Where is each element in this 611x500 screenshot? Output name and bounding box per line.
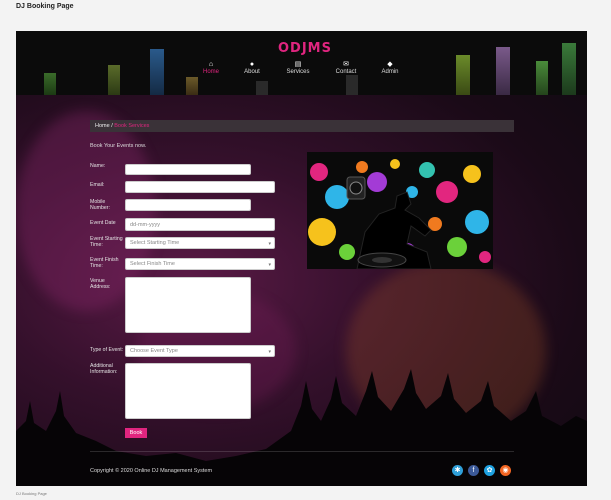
name-label: Name: — [90, 163, 106, 169]
finish-time-label: Event Finish Time: — [90, 257, 119, 270]
rss-icon[interactable]: ◉ — [500, 465, 511, 476]
equalizer-bar — [562, 43, 576, 95]
equalizer-bar — [108, 65, 120, 95]
page-caption: DJ Booking Page — [16, 491, 47, 496]
nav-services[interactable]: ▤ Services — [273, 60, 323, 75]
event-type-label: Type of Event: — [90, 347, 124, 353]
envelope-icon: ✉ — [343, 61, 349, 68]
email-field[interactable] — [125, 181, 275, 193]
dj-image — [307, 152, 493, 269]
site-logo[interactable]: ODJMS — [278, 41, 332, 56]
start-time-select[interactable]: Select Starting Time — [125, 237, 275, 250]
breadcrumb-separator: / — [111, 123, 113, 129]
copyright-text: Copyright © 2020 Online DJ Management Sy… — [90, 468, 213, 474]
footer-divider — [90, 451, 514, 452]
mobile-field[interactable] — [125, 199, 251, 211]
breadcrumb: Home / Book Services — [90, 120, 514, 132]
event-date-field[interactable]: dd-mm-yyyy — [125, 218, 275, 231]
name-field[interactable] — [125, 164, 251, 175]
breadcrumb-home[interactable]: Home — [95, 123, 110, 129]
page-title: DJ Booking Page — [16, 3, 74, 10]
nav-admin[interactable]: ◆ Admin — [365, 60, 415, 75]
facebook-icon[interactable]: f — [468, 465, 479, 476]
equalizer-bar — [256, 81, 268, 95]
event-date-label: Event Date — [90, 220, 116, 226]
email-label: Email: — [90, 182, 105, 188]
nav-about[interactable]: ● About — [227, 60, 277, 75]
venue-label: Venue Address: — [90, 278, 111, 291]
breadcrumb-current: Book Services — [114, 123, 150, 129]
event-type-select[interactable]: Choose Event Type — [125, 345, 275, 358]
book-button[interactable]: Book — [125, 428, 147, 438]
venue-textarea[interactable] — [125, 277, 251, 333]
dj-illustration — [307, 152, 493, 269]
equalizer-bar — [346, 75, 358, 95]
site-header: ODJMS ⌂ Home ● About ▤ Services ✉ Contac… — [16, 31, 587, 95]
finish-time-select[interactable]: Select Finish Time — [125, 258, 275, 271]
info-textarea[interactable] — [125, 363, 251, 419]
settings-icon[interactable]: ✱ — [452, 465, 463, 476]
equalizer-bar — [496, 47, 510, 95]
equalizer-bar — [536, 61, 548, 95]
equalizer-bar — [456, 55, 470, 95]
user-icon: ● — [249, 61, 255, 68]
form-intro: Book Your Events now. — [90, 143, 147, 149]
equalizer-bar — [186, 77, 198, 95]
list-icon: ▤ — [294, 61, 302, 68]
start-time-label: Event Starting Time: — [90, 236, 123, 249]
booking-page-frame: ODJMS ⌂ Home ● About ▤ Services ✉ Contac… — [16, 31, 587, 486]
mobile-label: Mobile Number: — [90, 199, 110, 212]
tag-icon: ◆ — [387, 61, 393, 68]
info-label: Additional Information: — [90, 363, 118, 376]
equalizer-bar — [150, 49, 164, 95]
dribbble-icon[interactable]: ✿ — [484, 465, 495, 476]
equalizer-bar — [44, 73, 56, 95]
nav-contact[interactable]: ✉ Contact — [321, 60, 371, 75]
